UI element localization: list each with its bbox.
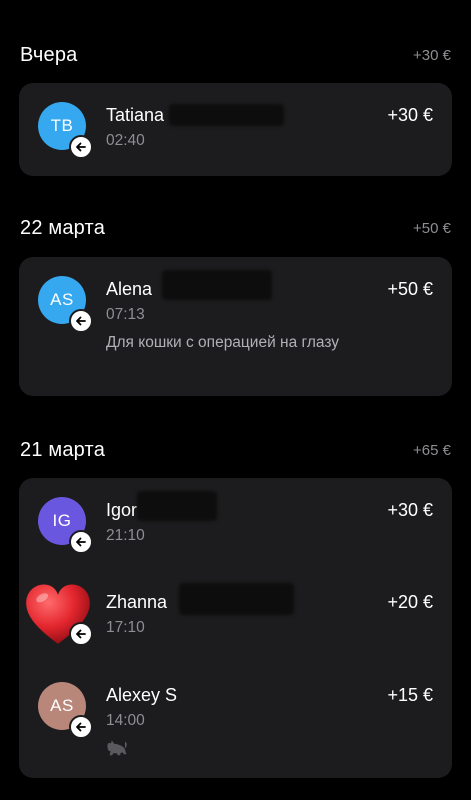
transaction-row[interactable]: AS Alena 07:13 +50 € Для кошки с операци… [19,270,452,376]
transaction-amount: +15 € [387,685,433,705]
arrow-left-icon [69,622,93,646]
transaction-time: 02:40 [106,132,145,149]
section-date: 21 марта [20,438,106,461]
transaction-row[interactable]: AS Alexey S 14:00 +15 € [19,682,452,762]
transaction-amount: +30 € [387,105,433,125]
sender-name: Tatiana [106,105,165,125]
redacted-surname [162,270,272,300]
transaction-row[interactable]: Zhanna 17:10 +20 € [19,583,452,649]
avatar-initials: TB [50,116,74,135]
transactions-card: TB Tatiana 02:40 +30 € [19,83,452,176]
sender-name: Zhanna [106,592,168,612]
section-total: +30 € [413,46,451,64]
section-header-march-22: 22 марта +50 € [20,214,451,242]
section-total: +50 € [413,219,451,237]
arrow-left-icon [69,135,93,159]
transaction-time: 14:00 [106,712,145,729]
redacted-surname [137,491,217,521]
sender-name: Igor [106,500,138,520]
section-header-yesterday: Вчера +30 € [20,41,451,69]
transaction-amount: +50 € [387,279,433,299]
transaction-time: 21:10 [106,527,145,544]
section-total: +65 € [413,441,451,459]
transaction-amount: +20 € [387,592,433,612]
transaction-comment: Для кошки с операцией на глазу [106,334,340,351]
transaction-amount: +30 € [387,500,433,520]
redacted-surname [179,583,294,615]
avatar-initials: AS [50,696,74,715]
section-date: 22 марта [20,216,106,239]
section-header-march-21: 21 марта +65 € [20,436,451,464]
redacted-surname [169,104,284,126]
transactions-card: IG Igor 21:10 +30 € Zhanna 17:10 +20 € A… [19,478,452,778]
arrow-left-icon [69,530,93,554]
arrow-left-icon [69,309,93,333]
transaction-row[interactable]: IG Igor 21:10 +30 € [19,491,452,557]
transaction-time: 07:13 [106,306,145,323]
arrow-left-icon [69,715,93,739]
section-date: Вчера [20,43,78,66]
transaction-time: 17:10 [106,619,145,636]
cat-icon [107,740,127,756]
sender-name: Alena [106,279,153,299]
transactions-card: AS Alena 07:13 +50 € Для кошки с операци… [19,257,452,396]
transaction-row[interactable]: TB Tatiana 02:40 +30 € [19,102,452,162]
avatar-initials: IG [52,511,72,530]
avatar-initials: AS [50,290,74,309]
sender-name: Alexey S [106,685,178,705]
